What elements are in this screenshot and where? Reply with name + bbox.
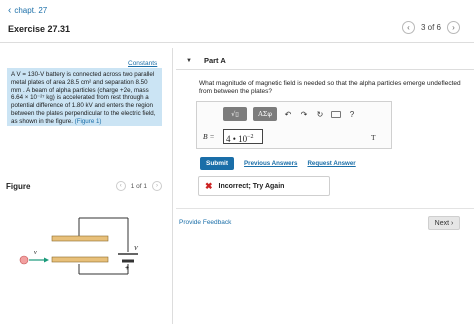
submit-row: Submit Previous Answers Request Answer [200,157,356,170]
figure-link[interactable]: (Figure 1) [75,118,102,125]
problem-line: between the plates perpendicular to the … [11,109,156,117]
problem-line: A V = 130-V battery is connected across … [11,71,155,78]
x-mark-icon: ✖ [205,180,213,191]
redo-icon[interactable]: ↷ [299,110,309,119]
help-icon[interactable]: ? [347,110,357,119]
answer-editor: √▯ ΑΣφ ↶ ↷ ↻ ? B = 4 • 10−2 T [196,101,392,149]
variable-label: B = [203,132,215,141]
bottom-plate [51,256,109,263]
figure-pager: ‹ 1 of 1 › [115,181,162,191]
prev-figure-button[interactable]: ‹ [115,181,126,191]
templates-button[interactable]: √▯ [223,107,247,121]
next-figure-button[interactable]: › [152,181,162,191]
question-text: What magnitude of magnetic field is need… [199,80,461,96]
caret-down-icon: ▼ [186,57,192,64]
chevron-right-icon: › [449,219,454,227]
problem-statement: A V = 130-V battery is connected across … [7,68,162,126]
bottom-divider [176,208,474,209]
problem-line: mm . A beam of alpha particles (charge +… [11,86,149,94]
math-toolbar: √▯ ΑΣφ ↶ ↷ ↻ ? [223,107,357,121]
part-a-header[interactable]: ▼ Part A [176,52,474,70]
prev-exercise-button[interactable]: ‹ [401,21,415,34]
symbols-button[interactable]: ΑΣφ [253,107,277,121]
problem-line: as shown in the figure. (Figure 1) [11,118,158,126]
figure-label: Figure [6,181,31,191]
reset-icon[interactable]: ↻ [315,110,325,119]
problem-line: metal plates of area 28.5 cm² and separa… [11,78,148,86]
problem-line: potential difference of 1.80 kV and ente… [11,102,153,110]
parallel-plates-figure: V + v [19,217,139,275]
feedback-banner: ✖ Incorrect; Try Again [198,176,330,196]
next-exercise-button[interactable]: › [447,21,460,34]
battery-voltage-label: V [134,246,139,252]
keyboard-icon[interactable] [331,110,341,118]
velocity-label: v [34,250,37,256]
header-divider [0,42,474,43]
top-plate [51,235,109,242]
provide-feedback-link[interactable]: Provide Feedback [179,219,231,226]
problem-line-text: as shown in the figure. [11,117,73,125]
answer-base: 4 • 10 [226,134,248,144]
units-label: T [371,133,376,142]
problem-line: 6.64 × 10⁻²⁷ kg) is accelerated from res… [11,94,149,102]
exercise-pager: ‹ 3 of 6 › [401,21,460,34]
answer-input[interactable]: 4 • 10−2 [223,129,263,144]
exercise-title: Exercise 27.31 [8,24,71,34]
part-title: Part A [203,56,226,65]
feedback-text: Incorrect; Try Again [218,182,285,190]
velocity-arrowhead [44,257,49,263]
plus-sign: + [125,265,129,272]
constants-link[interactable]: Constants [128,60,157,67]
figure-pager-text: 1 of 1 [130,182,147,190]
column-divider [172,48,173,324]
figure-header: Figure ‹ 1 of 1 › [6,180,162,192]
undo-icon[interactable]: ↶ [283,110,293,119]
previous-answers-link[interactable]: Previous Answers [244,160,297,167]
back-to-chapter-link[interactable]: ‹ chapt. 27 [8,4,48,16]
alpha-particle [19,255,29,265]
answer-exponent: −2 [247,134,254,140]
chevron-left-icon: ‹ [8,4,12,16]
pager-text: 3 of 6 [420,23,441,32]
back-link-label: chapt. 27 [14,6,48,15]
submit-button[interactable]: Submit [200,157,235,170]
next-label: Next [434,219,450,227]
request-answer-link[interactable]: Request Answer [307,160,355,167]
next-button[interactable]: Next › [428,216,460,230]
